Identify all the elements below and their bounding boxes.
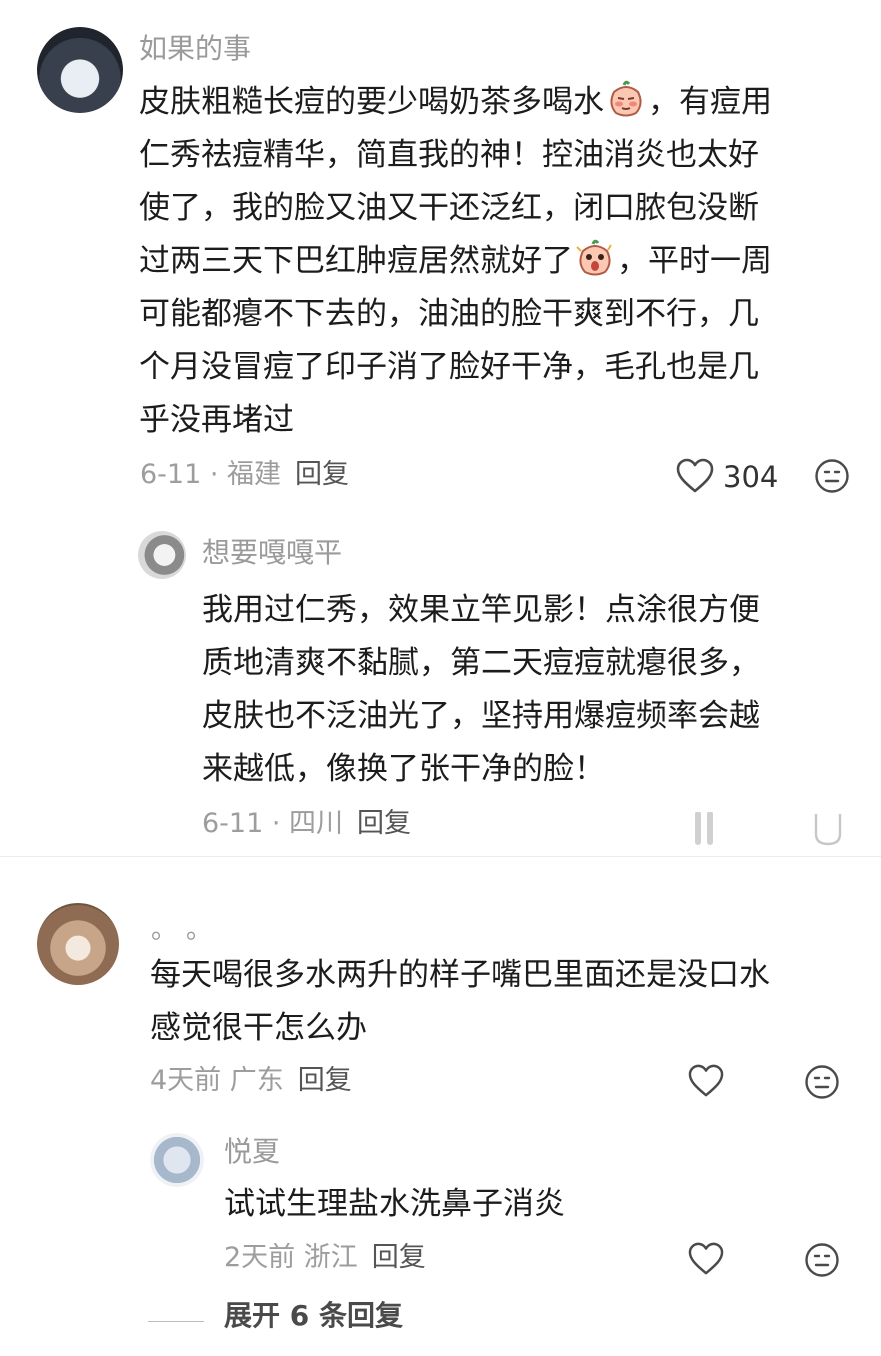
reply-1-reply-button[interactable]: 回复 — [357, 808, 411, 839]
avatar-commenter-1[interactable] — [37, 27, 123, 113]
comment-2-date-location: 4天前 广东 — [150, 1065, 284, 1096]
comment-1-line-1: 皮肤粗糙长痘的要少喝奶茶多喝水 ，有痘用 — [139, 76, 772, 129]
comment-1-line-2: 仁秀祛痘精华，简直我的神！控油消炎也太好 — [139, 137, 759, 173]
comment-1-line-6: 个月没冒痘了印子消了脸好干净，毛孔也是几 — [139, 349, 759, 385]
blushing-face-emoji-icon — [606, 80, 646, 118]
comment-1-line-5: 可能都瘪不下去的，油油的脸干爽到不行，几 — [139, 296, 759, 332]
comment-divider — [0, 856, 881, 857]
expand-divider-line — [148, 1321, 204, 1322]
avatar-replier-2[interactable] — [150, 1133, 204, 1187]
reply-1-line-1: 我用过仁秀，效果立竿见影！点涂很方便 — [202, 592, 760, 628]
username-replier-2[interactable]: 悦夏 — [224, 1134, 280, 1170]
reply-2-reply-button[interactable]: 回复 — [372, 1242, 426, 1273]
like-heart-icon-partial[interactable] — [690, 811, 720, 852]
reply-2-line-1: 试试生理盐水洗鼻子消炎 — [224, 1186, 565, 1222]
comment-2-reply-button[interactable]: 回复 — [298, 1065, 352, 1096]
dislike-meh-face-icon[interactable] — [804, 1064, 840, 1104]
comment-1-meta: 6-11 · 福建 回复 — [140, 457, 349, 493]
username-commenter-1[interactable]: 如果的事 — [139, 31, 251, 67]
comment-1-line-7: 乎没再堵过 — [139, 402, 294, 438]
dislike-meh-face-icon[interactable] — [804, 1242, 840, 1282]
comment-1-line-4: 过两三天下巴红肿痘居然就好了 ，平时一周 — [139, 235, 772, 288]
avatar-commenter-2[interactable] — [37, 903, 119, 985]
comment-2-meta: 4天前 广东 回复 — [150, 1063, 352, 1099]
dislike-meh-face-icon-partial[interactable] — [812, 812, 844, 852]
comment-1-line-3: 使了，我的脸又油又干还泛红，闭口脓包没断 — [139, 190, 759, 226]
comment-1-date-location: 6-11 · 福建 — [140, 459, 282, 490]
expand-replies-button[interactable]: 展开 6 条回复 — [224, 1298, 403, 1334]
reply-1-line-3: 皮肤也不泛油光了，坚持用爆痘频率会越 — [202, 698, 760, 734]
reply-1-line-4: 来越低，像换了张干净的脸！ — [202, 751, 605, 787]
comment-2-line-2: 感觉很干怎么办 — [150, 1010, 367, 1046]
like-heart-icon[interactable] — [676, 458, 714, 498]
username-commenter-2[interactable]: 。。 — [151, 915, 234, 945]
shocked-face-emoji-icon — [575, 239, 615, 277]
reply-2-meta: 2天前 浙江 回复 — [224, 1240, 426, 1276]
like-heart-icon[interactable] — [688, 1242, 724, 1280]
dislike-meh-face-icon[interactable] — [814, 458, 850, 498]
username-replier-1[interactable]: 想要嘎嘎平 — [202, 535, 342, 571]
avatar-replier-1[interactable] — [138, 531, 186, 579]
reply-1-date-location: 6-11 · 四川 — [202, 808, 344, 839]
like-heart-icon[interactable] — [688, 1064, 724, 1102]
comment-2-line-1: 每天喝很多水两升的样子嘴巴里面还是没口水 — [150, 957, 770, 993]
reply-2-date-location: 2天前 浙江 — [224, 1242, 358, 1273]
comment-1-reply-button[interactable]: 回复 — [295, 459, 349, 490]
reply-1-meta: 6-11 · 四川 回复 — [202, 806, 411, 842]
comment-1-like-count: 304 — [723, 460, 779, 494]
reply-1-line-2: 质地清爽不黏腻，第二天痘痘就瘪很多， — [202, 645, 760, 681]
